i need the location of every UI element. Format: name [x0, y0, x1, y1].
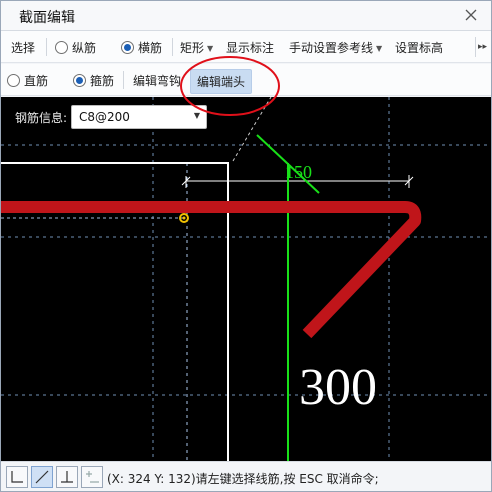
toolbar-main: 选择 纵筋 横筋 矩形 ▼ 显示标注 手动设置参考线 ▼ 设置标高 ▸▸: [1, 31, 491, 63]
section-editor-window: 截面编辑 选择 纵筋 横筋 矩形 ▼ 显示标注 手动设置参考线 ▼ 设置标高 ▸▸ …: [0, 0, 492, 492]
radio-icon: [55, 41, 68, 54]
longitudinal-radio[interactable]: 纵筋: [55, 39, 96, 56]
drawing-canvas[interactable]: 150 300 钢筋信息: C8@200 ▼: [1, 97, 491, 461]
edit-end-button[interactable]: 编辑端头: [190, 69, 253, 94]
stirrup-label: 箍筋: [90, 74, 115, 88]
show-annotation-button[interactable]: 显示标注: [226, 39, 274, 56]
more-arrows-icon[interactable]: ▸▸: [475, 37, 489, 57]
window-title: 截面编辑: [19, 10, 75, 26]
radio-selected-icon: [121, 41, 134, 54]
section-drawing: 150 300: [1, 97, 491, 461]
toolbar-secondary: 直筋 箍筋 编辑弯钩 编辑端头: [1, 64, 491, 96]
snap-point-icon: [182, 216, 186, 220]
straight-bar-radio[interactable]: 直筋: [7, 72, 48, 89]
separator: [123, 71, 124, 89]
chevron-down-icon: ▼: [193, 111, 200, 120]
title-bar: 截面编辑: [1, 1, 491, 31]
edit-hook-button[interactable]: 编辑弯钩: [133, 72, 181, 89]
radio-selected-icon: [73, 74, 86, 87]
dimension-label-large: 300: [299, 359, 377, 416]
ortho-icon[interactable]: [6, 466, 28, 488]
manual-ref-line-label: 手动设置参考线: [289, 41, 374, 55]
dimension-label-small: 150: [285, 162, 312, 182]
chevron-down-icon: ▼: [376, 44, 383, 53]
status-text: (X: 324 Y: 132)请左键选择线筋,按 ESC 取消命令;: [107, 472, 379, 486]
rebar-line: [1, 201, 422, 339]
dashed-guide-line: [232, 97, 272, 162]
straight-label: 直筋: [24, 74, 49, 88]
rebar-info-select[interactable]: C8@200 ▼: [71, 105, 207, 129]
separator: [46, 38, 47, 56]
set-elevation-button[interactable]: 设置标高: [395, 39, 443, 56]
perpendicular-icon[interactable]: [56, 466, 78, 488]
chevron-down-icon: ▼: [207, 44, 214, 53]
status-bar: (X: 324 Y: 132)请左键选择线筋,按 ESC 取消命令;: [1, 461, 491, 491]
rebar-info-value: C8@200: [79, 110, 130, 124]
select-button[interactable]: 选择: [11, 39, 35, 56]
stirrup-radio[interactable]: 箍筋: [73, 72, 114, 89]
longitudinal-label: 纵筋: [72, 41, 97, 55]
angle-icon[interactable]: [31, 466, 53, 488]
close-icon[interactable]: [461, 5, 481, 25]
radio-icon: [7, 74, 20, 87]
rectangle-label: 矩形: [180, 41, 205, 55]
grid-snap-icon[interactable]: [81, 466, 103, 488]
separator: [172, 38, 173, 56]
transverse-radio[interactable]: 横筋: [121, 39, 162, 56]
transverse-label: 横筋: [138, 41, 163, 55]
rebar-info-label: 钢筋信息:: [15, 111, 68, 125]
manual-ref-line-dropdown[interactable]: 手动设置参考线 ▼: [289, 39, 382, 56]
rectangle-dropdown[interactable]: 矩形 ▼: [180, 39, 213, 56]
